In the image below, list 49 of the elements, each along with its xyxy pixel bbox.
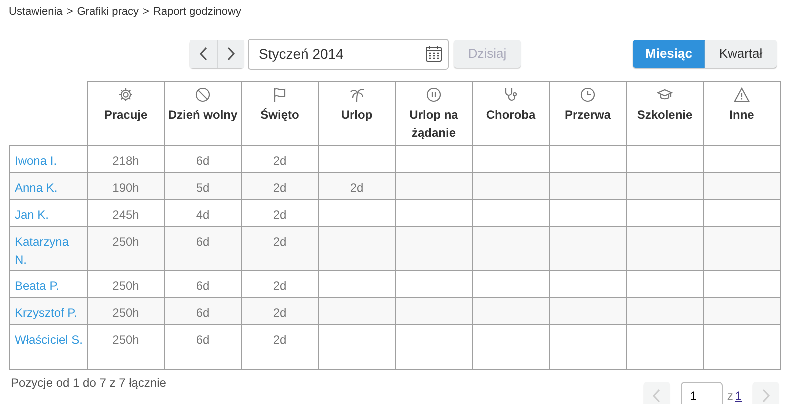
breadcrumb-separator: >	[66, 5, 74, 20]
chevron-left-icon	[652, 388, 662, 404]
column-header: Pracuje	[104, 108, 148, 122]
table-cell: 6d	[164, 324, 242, 370]
table-cell: 2d	[242, 298, 318, 324]
table-cell: 250h	[88, 226, 164, 270]
clock-icon	[580, 87, 596, 103]
table-cell: 250h	[88, 324, 164, 370]
column-header: Dzień wolny	[168, 108, 238, 122]
chevron-left-icon	[198, 46, 208, 62]
flag-icon	[272, 87, 288, 103]
total-pages-link[interactable]: 1	[735, 386, 742, 404]
table-cell: 6d	[164, 298, 242, 324]
column-header: Szkolenie	[637, 108, 693, 122]
pause-icon	[426, 87, 442, 103]
table-cell: 190h	[88, 172, 164, 200]
gear-icon	[118, 87, 134, 103]
stethoscope-icon	[503, 87, 519, 103]
page-of-label: z	[727, 388, 734, 404]
table-cell: 5d	[164, 172, 242, 200]
table-cell: 6d	[164, 226, 242, 270]
column-header: Urlop na żądanie	[410, 108, 458, 140]
table-cell: 2d	[318, 172, 396, 200]
column-header: Inne	[730, 108, 754, 122]
breadcrumb-item[interactable]: Grafiki pracy	[77, 4, 139, 24]
table-cell: 2d	[242, 324, 318, 370]
view-tab[interactable]: Kwartał	[705, 40, 777, 68]
column-header: Choroba	[486, 108, 536, 122]
warning-icon	[734, 87, 750, 103]
palm-tree-icon	[349, 87, 365, 103]
summary-text: Pozycje od 1 do 7 z 7 łącznie	[10, 375, 166, 392]
breadcrumb-separator: >	[143, 5, 150, 20]
chevron-right-icon	[226, 46, 236, 62]
next-button[interactable]	[217, 40, 244, 68]
column-header: Przerwa	[564, 108, 612, 122]
column-header: Urlop	[341, 108, 373, 122]
table-cell: 250h	[88, 298, 164, 324]
ban-icon	[195, 87, 211, 103]
table-cell: 2d	[242, 172, 318, 200]
view-tab[interactable]: Miesiąc	[633, 40, 705, 68]
page-field[interactable]: 1	[681, 382, 724, 404]
breadcrumb-item[interactable]: Raport godzinowy	[153, 4, 242, 24]
date-field[interactable]: Styczeń 2014	[248, 38, 449, 70]
calendar-icon	[425, 44, 443, 62]
table-cell: 2d	[242, 226, 318, 270]
previous-button[interactable]	[190, 40, 217, 68]
breadcrumb-item[interactable]: Ustawienia	[9, 4, 63, 24]
column-header: Święto	[260, 108, 300, 122]
chevron-right-icon	[761, 388, 771, 404]
